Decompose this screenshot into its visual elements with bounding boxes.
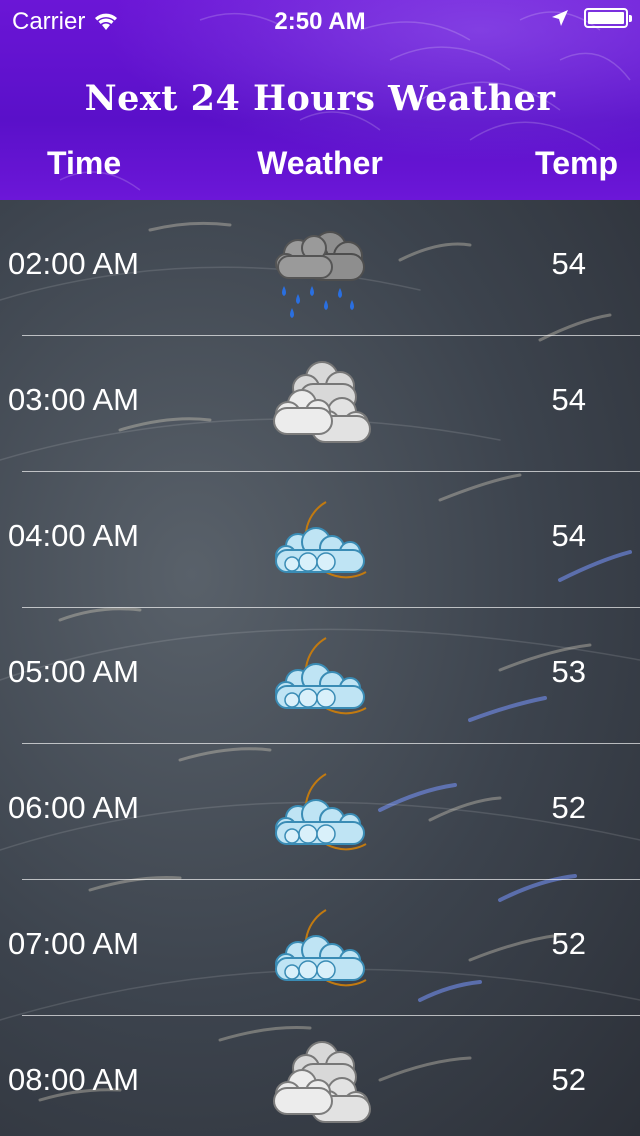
hour-time: 07:00 AM (8, 926, 139, 961)
hour-time: 06:00 AM (8, 790, 139, 825)
hour-row[interactable]: 04:00 AM 54 (0, 472, 640, 608)
hour-time: 05:00 AM (8, 654, 139, 689)
night-cloudy-icon (275, 773, 367, 851)
hour-temp: 52 (551, 926, 586, 961)
hour-time: 02:00 AM (8, 246, 139, 281)
column-header-temp: Temp (535, 145, 618, 181)
status-right-group (550, 8, 632, 28)
cloudy-icon (273, 1041, 371, 1123)
status-time: 2:50 AM (274, 8, 366, 35)
hour-row[interactable]: 08:00 AM 52 (0, 1016, 640, 1136)
page-title: Next 24 Hours Weather (84, 78, 556, 119)
night-cloudy-icon (275, 501, 367, 579)
hour-row[interactable]: 06:00 AM 52 (0, 744, 640, 880)
hour-time: 08:00 AM (8, 1062, 139, 1097)
hour-row[interactable]: 03:00 AM 54 (0, 336, 640, 472)
night-cloudy-icon (275, 637, 367, 715)
hour-temp: 52 (551, 790, 586, 825)
hour-temp: 53 (551, 654, 586, 689)
hour-temp: 54 (551, 246, 586, 281)
hour-temp: 54 (551, 382, 586, 417)
hour-row[interactable]: 05:00 AM 53 (0, 608, 640, 744)
hour-temp: 54 (551, 518, 586, 553)
battery-fill (588, 12, 624, 24)
hour-temp: 52 (551, 1062, 586, 1097)
location-arrow-icon (552, 10, 568, 26)
hour-time: 03:00 AM (8, 382, 139, 417)
night-cloudy-icon (275, 909, 367, 987)
battery-icon (584, 8, 632, 28)
rain-cloud-icon (275, 231, 365, 318)
cloudy-icon (273, 361, 371, 443)
hour-row[interactable]: 07:00 AM 52 (0, 880, 640, 1016)
hour-time: 04:00 AM (8, 518, 139, 553)
hourly-forecast-list[interactable]: 02:00 AM 54 03:00 AM 54 04:00 AM 54 05:0… (0, 200, 640, 1136)
hour-row[interactable]: 02:00 AM 54 (0, 200, 640, 336)
status-bar: Carrier 2:50 AM (0, 0, 640, 40)
header: Carrier 2:50 AM Next 24 Hours Weather Ti… (0, 0, 640, 200)
